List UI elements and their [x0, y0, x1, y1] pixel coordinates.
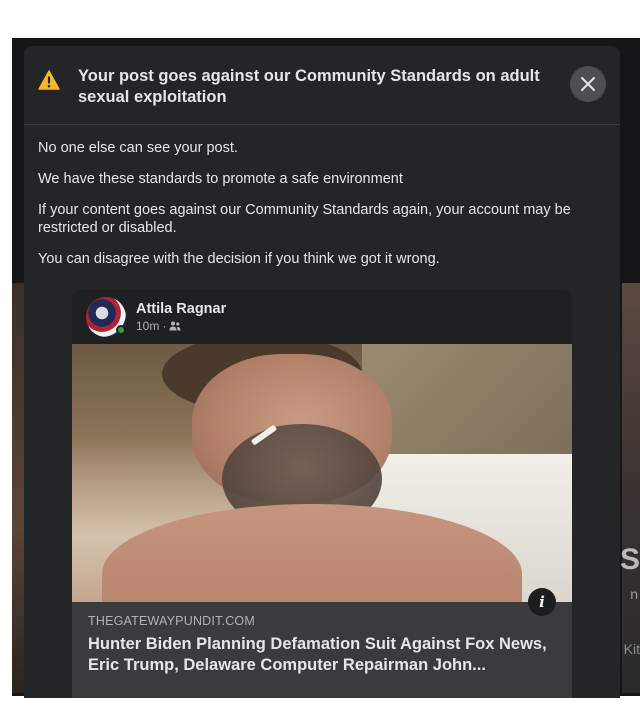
- warning-triangle-icon: [38, 70, 60, 90]
- dialog-header: Your post goes against our Community Sta…: [24, 46, 620, 125]
- dialog-title: Your post goes against our Community Sta…: [78, 67, 540, 106]
- post-photo[interactable]: [72, 344, 572, 602]
- close-button[interactable]: [570, 66, 606, 102]
- post-header: Attila Ragnar 10m ·: [72, 290, 572, 344]
- meta-separator: ·: [162, 319, 167, 333]
- notice-standards: We have these standards to promote a saf…: [38, 171, 403, 187]
- link-title[interactable]: Hunter Biden Planning Defamation Suit Ag…: [88, 634, 556, 676]
- friends-icon: [169, 321, 181, 331]
- notice-disagree: You can disagree with the decision if yo…: [38, 251, 440, 267]
- post-timestamp[interactable]: 10m: [136, 318, 159, 334]
- post-meta: 10m ·: [136, 318, 226, 334]
- post-author-name[interactable]: Attila Ragnar: [136, 300, 226, 318]
- notice-private: No one else can see your post.: [38, 140, 238, 156]
- background-photo-left: [12, 283, 24, 693]
- background-photo-right: [622, 283, 640, 693]
- info-button[interactable]: i: [528, 588, 556, 616]
- link-preview[interactable]: i THEGATEWAYPUNDIT.COM Hunter Biden Plan…: [72, 588, 572, 698]
- community-standards-dialog: Your post goes against our Community Sta…: [24, 46, 620, 698]
- background-text-fragment-lower: Kit: [623, 641, 640, 657]
- flagged-post-card: Attila Ragnar 10m · i THEGATEWAYPUNDIT.C…: [72, 290, 572, 698]
- link-domain: THEGATEWAYPUNDIT.COM: [88, 614, 255, 628]
- dialog-body: No one else can see your post. We have t…: [24, 125, 620, 268]
- online-status-dot: [116, 325, 126, 335]
- avatar[interactable]: [86, 297, 126, 337]
- post-author-block: Attila Ragnar 10m ·: [136, 300, 226, 334]
- background-text-fragment-small: n: [630, 586, 638, 602]
- close-icon: [581, 77, 595, 91]
- background-text-fragment: S: [619, 543, 640, 576]
- notice-warning: If your content goes against our Communi…: [38, 202, 571, 236]
- info-icon: i: [539, 593, 545, 611]
